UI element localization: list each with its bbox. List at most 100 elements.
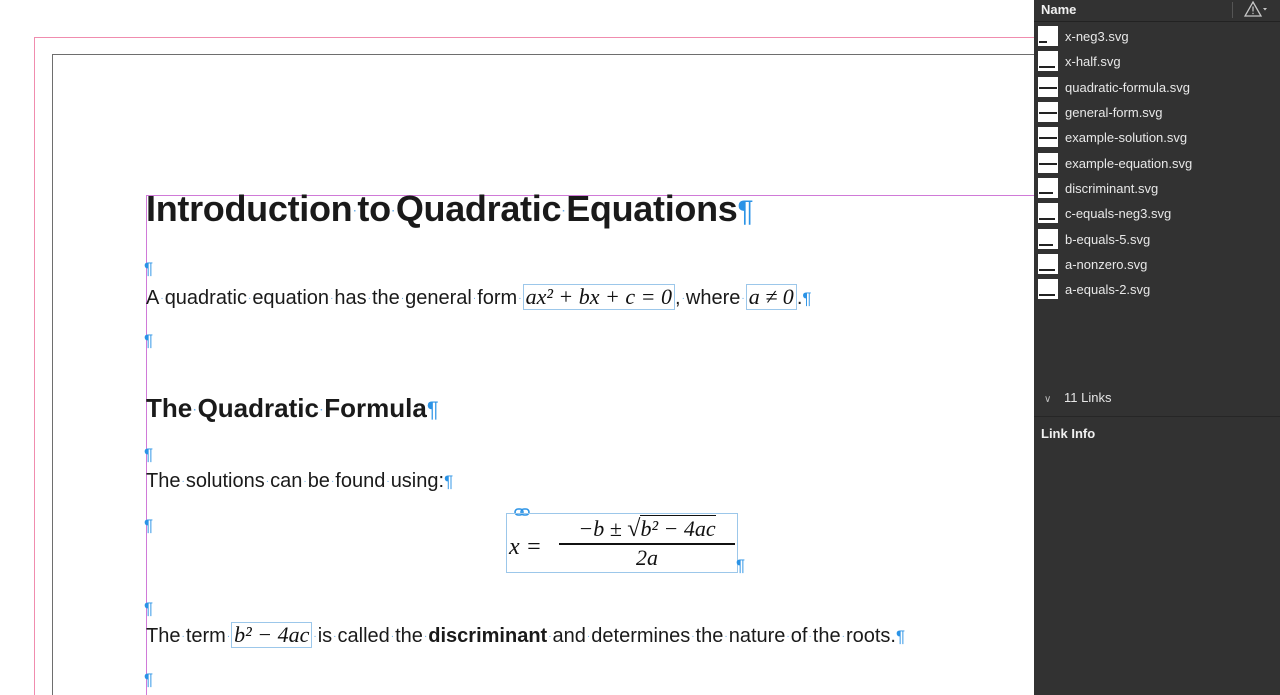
square-root-icon: √	[627, 516, 641, 542]
word: Quadratic	[395, 188, 562, 229]
link-name: quadratic-formula.svg	[1065, 80, 1190, 95]
word: A	[146, 287, 160, 309]
word: can	[270, 470, 303, 492]
paragraph-discriminant[interactable]: The·term· b² − 4ac ·is·called·the·discrimi…	[146, 622, 905, 648]
formula-numerator: −b ± √b² − 4ac	[559, 514, 735, 545]
link-name: x-half.svg	[1065, 54, 1121, 69]
comma: ,	[675, 287, 681, 309]
link-thumbnail	[1038, 77, 1058, 97]
link-name: general-form.svg	[1065, 105, 1163, 120]
word: Formula	[324, 393, 427, 423]
word: The	[146, 393, 193, 423]
word: of	[790, 625, 808, 647]
link-thumbnail	[1038, 203, 1058, 223]
pilcrow-marker: ¶	[736, 556, 746, 575]
link-item[interactable]: general-form.svg	[1034, 100, 1280, 125]
bold-term: discriminant	[428, 625, 548, 647]
link-item[interactable]: example-solution.svg	[1034, 125, 1280, 150]
discriminant-term-graphic[interactable]: b² − 4ac	[231, 622, 313, 648]
pilcrow-marker: ¶	[895, 627, 906, 646]
link-thumbnail	[1038, 102, 1058, 122]
link-name: c-equals-neg3.svg	[1065, 206, 1172, 221]
pilcrow-marker: ¶	[444, 472, 454, 491]
formula-denominator: 2a	[636, 545, 658, 570]
word: Equations	[566, 188, 738, 229]
link-thumbnail	[1038, 178, 1058, 198]
link-item[interactable]: x-neg3.svg	[1034, 24, 1280, 49]
links-count-label: 11 Links	[1064, 390, 1112, 405]
word: the	[395, 625, 423, 647]
link-thumbnail	[1038, 279, 1058, 299]
paragraph-general-form[interactable]: A·quadratic·equation·has·the·general·for…	[146, 284, 812, 310]
empty-paragraph-marker: ¶	[144, 516, 154, 535]
word: general	[405, 287, 472, 309]
word: The	[146, 470, 181, 492]
paragraph-solutions[interactable]: The·solutions·can·be·found·using:¶	[146, 470, 453, 493]
link-item[interactable]: quadratic-formula.svg	[1034, 75, 1280, 100]
links-count-toggle[interactable]: ∨ 11 Links	[1044, 390, 1111, 405]
link-item[interactable]: discriminant.svg	[1034, 176, 1280, 201]
word: determines	[591, 625, 691, 647]
link-name: a-equals-2.svg	[1065, 282, 1151, 297]
bleed-guide-left	[34, 37, 35, 695]
heading-quadratic-formula[interactable]: The·Quadratic·Formula¶	[146, 393, 439, 424]
heading-introduction[interactable]: Introduction·to·Quadratic·Equations¶	[146, 188, 754, 230]
pilcrow-marker: ¶	[426, 397, 439, 422]
general-form-equation-graphic[interactable]: ax² + bx + c = 0	[522, 284, 675, 310]
word: and	[552, 625, 586, 647]
word: term	[185, 625, 226, 647]
link-name: a-nonzero.svg	[1065, 257, 1148, 272]
word: The	[146, 625, 181, 647]
word: is	[317, 625, 333, 647]
word: called	[337, 625, 390, 647]
link-thumbnail	[1038, 26, 1058, 46]
word: equation	[252, 287, 330, 309]
formula-radicand: b² − 4ac	[640, 515, 716, 541]
word: nature	[728, 625, 786, 647]
word: Quadratic	[197, 393, 319, 423]
formula-numerator-prefix: −b ±	[578, 516, 628, 541]
word: the	[372, 287, 400, 309]
link-item[interactable]: b-equals-5.svg	[1034, 227, 1280, 252]
link-thumbnail	[1038, 229, 1058, 249]
page-edge-left	[52, 54, 53, 695]
link-name: discriminant.svg	[1065, 181, 1159, 196]
word: be	[307, 470, 330, 492]
column-header-name[interactable]: Name	[1041, 2, 1076, 17]
warning-triangle-icon[interactable]	[1244, 0, 1268, 20]
word: to	[357, 188, 391, 229]
link-item[interactable]: a-nonzero.svg	[1034, 252, 1280, 277]
page-edge-top	[52, 54, 1034, 55]
link-thumbnail	[1038, 153, 1058, 173]
links-panel: Name x-neg3.svg x-half.svg quadratic-for…	[1034, 0, 1280, 695]
link-item[interactable]: c-equals-neg3.svg	[1034, 201, 1280, 226]
word: the	[695, 625, 724, 647]
word: the	[812, 625, 841, 647]
link-thumbnail	[1038, 254, 1058, 274]
word: roots.	[845, 625, 896, 647]
link-name: b-equals-5.svg	[1065, 232, 1151, 247]
links-panel-header: Name	[1034, 0, 1280, 22]
panel-divider	[1034, 416, 1280, 417]
link-item[interactable]: example-equation.svg	[1034, 151, 1280, 176]
link-name: x-neg3.svg	[1065, 29, 1129, 44]
link-item[interactable]: x-half.svg	[1034, 49, 1280, 74]
empty-paragraph-marker: ¶	[144, 259, 154, 278]
column-separator	[1232, 2, 1233, 18]
word: Introduction	[146, 188, 353, 229]
word: has	[334, 287, 367, 309]
empty-paragraph-marker: ¶	[144, 445, 154, 464]
a-nonzero-equation-graphic[interactable]: a ≠ 0	[745, 284, 797, 310]
link-info-section[interactable]: Link Info	[1041, 426, 1095, 441]
document-canvas[interactable]: Introduction·to·Quadratic·Equations¶ ¶ A…	[0, 0, 1034, 695]
formula-fraction: −b ± √b² − 4ac 2a	[559, 514, 735, 571]
link-item[interactable]: a-equals-2.svg	[1034, 277, 1280, 302]
word: form	[477, 287, 518, 309]
pilcrow-marker: ¶	[737, 195, 754, 228]
quadratic-formula-graphic[interactable]: x = −b ± √b² − 4ac 2a	[506, 513, 738, 573]
formula-lhs: x =	[509, 534, 542, 560]
word: where	[685, 287, 741, 309]
chevron-down-icon: ∨	[1044, 394, 1052, 405]
link-name: example-equation.svg	[1065, 156, 1193, 171]
empty-paragraph-marker: ¶	[144, 599, 154, 618]
